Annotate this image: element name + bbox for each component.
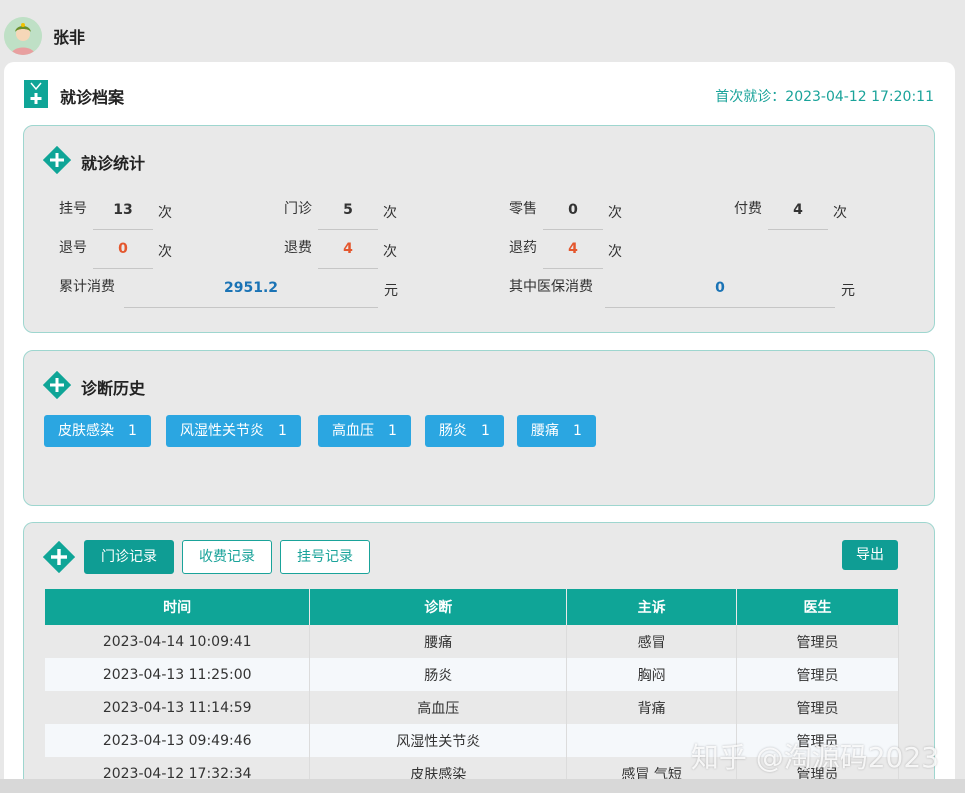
patient-record-card: 就诊档案 首次就诊：2023-04-12 17:20:11 就诊统计 挂号 13…	[4, 62, 955, 793]
stat-value: 5	[318, 202, 378, 230]
stat-value: 0	[93, 241, 153, 269]
stat-unit: 次	[383, 244, 397, 260]
tag-name: 肠炎	[439, 423, 467, 439]
cell-time: 2023-04-14 10:09:41	[45, 625, 311, 658]
stat-label: 累计消费	[59, 279, 115, 295]
stat-value: 13	[93, 202, 153, 230]
stat-unit: 次	[158, 244, 172, 260]
column-header[interactable]: 医生	[736, 589, 899, 625]
cell-time: 2023-04-13 09:49:46	[45, 724, 311, 757]
stat-unit: 元	[384, 283, 398, 299]
table-row[interactable]: 2023-04-13 11:25:00 肠炎 胸闷 管理员	[45, 658, 899, 691]
stat-unit: 次	[833, 205, 847, 221]
table-row[interactable]: 2023-04-13 11:14:59 高血压 背痛 管理员	[45, 691, 899, 724]
tab-payment-records[interactable]: 收费记录	[182, 540, 272, 574]
user-name: 张非	[53, 28, 86, 47]
stat-value: 4	[543, 241, 603, 269]
cell-complaint: 背痛	[566, 691, 738, 724]
stat-label: 挂号	[59, 201, 87, 217]
stat-value: 0	[543, 202, 603, 230]
stat-unit: 次	[158, 205, 172, 221]
plus-icon	[43, 371, 71, 399]
stat-unit: 次	[383, 205, 397, 221]
plus-icon[interactable]	[43, 541, 75, 573]
diagnosis-tag[interactable]: 高血压 1	[318, 415, 411, 447]
stat-label: 退费	[284, 240, 312, 256]
tab-register-records[interactable]: 挂号记录	[280, 540, 370, 574]
cell-diagnosis: 腰痛	[309, 625, 568, 658]
cell-complaint: 感冒	[566, 625, 738, 658]
diagnosis-history-panel: 诊断历史 皮肤感染 1 风湿性关节炎 1 高血压 1 肠炎 1 腰痛 1	[23, 350, 935, 506]
export-button[interactable]: 导出	[842, 540, 898, 570]
cell-time: 2023-04-13 11:25:00	[45, 658, 311, 691]
stat-label: 退药	[509, 240, 537, 256]
stat-label: 其中医保消费	[509, 279, 593, 295]
cell-doctor: 管理员	[736, 658, 899, 691]
stats-title: 就诊统计	[81, 154, 146, 173]
avatar[interactable]	[4, 17, 42, 55]
tag-name: 风湿性关节炎	[180, 423, 264, 439]
stat-value: 4	[318, 241, 378, 269]
history-title: 诊断历史	[81, 379, 146, 398]
tag-count: 1	[481, 423, 490, 439]
table-row[interactable]: 2023-04-14 10:09:41 腰痛 感冒 管理员	[45, 625, 899, 658]
stat-value: 2951.2	[124, 280, 378, 308]
cell-doctor: 管理员	[736, 625, 899, 658]
page-title: 就诊档案	[60, 88, 125, 107]
cell-time: 2023-04-13 11:14:59	[45, 691, 311, 724]
plus-icon	[43, 146, 71, 174]
stat-unit: 次	[608, 244, 622, 260]
stat-label: 付费	[734, 201, 762, 217]
stat-label: 门诊	[284, 201, 312, 217]
tag-name: 腰痛	[531, 423, 559, 439]
top-bar: 张非	[0, 0, 965, 62]
record-header: 就诊档案 首次就诊：2023-04-12 17:20:11	[24, 80, 936, 110]
diagnosis-tag[interactable]: 皮肤感染 1	[44, 415, 151, 447]
first-visit-time: 首次就诊：2023-04-12 17:20:11	[715, 89, 934, 105]
cell-complaint: 胸闷	[566, 658, 738, 691]
stat-value: 0	[605, 280, 835, 308]
user-avatar-icon	[4, 17, 42, 55]
stat-unit: 元	[841, 283, 855, 299]
tag-name: 高血压	[332, 423, 374, 439]
tag-count: 1	[573, 423, 582, 439]
medical-file-icon	[24, 80, 48, 108]
tag-count: 1	[128, 423, 137, 439]
cell-doctor: 管理员	[736, 691, 899, 724]
stat-value: 4	[768, 202, 828, 230]
stat-label: 零售	[509, 201, 537, 217]
tag-count: 1	[388, 423, 397, 439]
column-header[interactable]: 主诉	[566, 589, 738, 625]
table-header-row: 时间 诊断 主诉 医生	[45, 589, 899, 625]
stat-unit: 次	[608, 205, 622, 221]
stat-label: 退号	[59, 240, 87, 256]
visit-stats-panel: 就诊统计 挂号 13 次 门诊 5 次 零售 0 次 付费 4 次 退号 0 次…	[23, 125, 935, 333]
horizontal-scrollbar[interactable]	[0, 779, 965, 793]
tag-name: 皮肤感染	[58, 423, 114, 439]
tag-count: 1	[278, 423, 287, 439]
diagnosis-tag[interactable]: 肠炎 1	[425, 415, 504, 447]
cell-diagnosis: 高血压	[309, 691, 568, 724]
column-header[interactable]: 时间	[45, 589, 311, 625]
column-header[interactable]: 诊断	[309, 589, 568, 625]
watermark: 知乎 @淘源码2023	[690, 741, 939, 774]
tab-outpatient-records[interactable]: 门诊记录	[84, 540, 174, 574]
cell-diagnosis: 风湿性关节炎	[309, 724, 568, 757]
diagnosis-tag[interactable]: 腰痛 1	[517, 415, 596, 447]
cell-diagnosis: 肠炎	[309, 658, 568, 691]
diagnosis-tag[interactable]: 风湿性关节炎 1	[166, 415, 301, 447]
